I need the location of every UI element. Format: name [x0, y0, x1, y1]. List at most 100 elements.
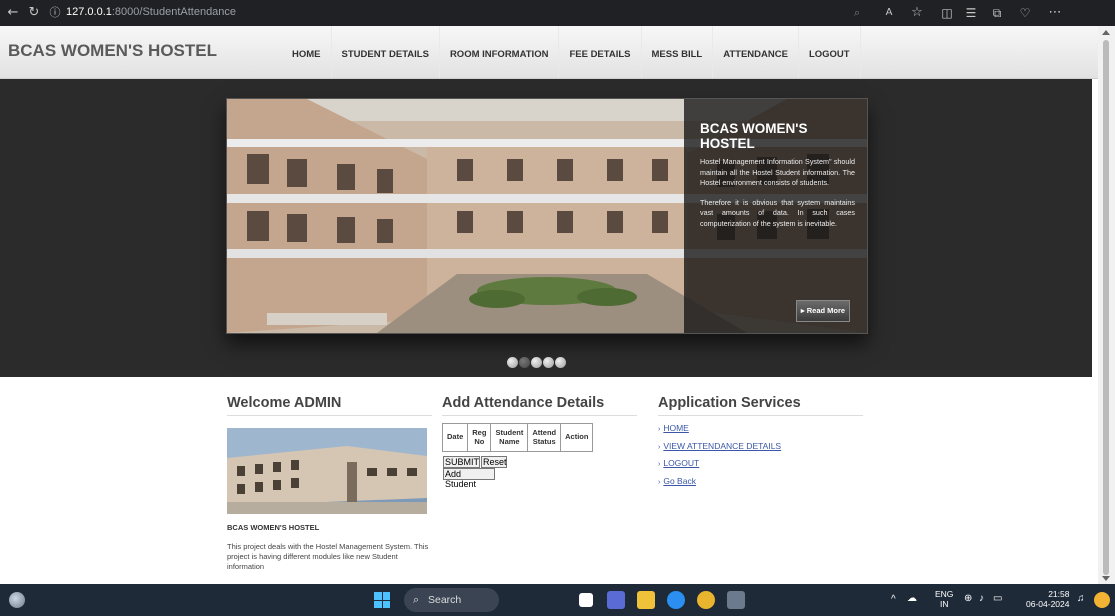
col-date: Date — [441, 423, 469, 452]
service-link-label: VIEW ATTENDANCE DETAILS — [663, 440, 782, 451]
hostel-photo — [227, 428, 427, 514]
welcome-image — [227, 428, 427, 514]
slider-dot[interactable] — [531, 357, 542, 368]
zoom-icon[interactable]: ⌕ — [848, 4, 866, 22]
col-attend-status: Attend Status — [527, 423, 562, 452]
scrollbar-thumb[interactable] — [1103, 40, 1109, 575]
favorites-list-icon[interactable]: ☰ — [962, 4, 980, 22]
back-icon[interactable]: ← — [4, 4, 22, 22]
services-title: Application Services — [658, 395, 863, 416]
table-header-row: Date Reg No Student Name Attend Status A… — [441, 423, 594, 452]
nav-home[interactable]: HOME — [282, 26, 332, 78]
scroll-up-icon[interactable] — [1102, 30, 1110, 35]
attendance-table: Date Reg No Student Name Attend Status A… — [441, 423, 594, 452]
service-link-label: HOME — [663, 423, 689, 433]
network-icon[interactable]: ⊕ — [964, 593, 972, 604]
slide-text: Hostel Management Information System" sh… — [700, 157, 855, 229]
terminal-icon[interactable] — [727, 591, 745, 609]
submit-button[interactable]: SUBMIT — [443, 456, 480, 468]
services-section: Application Services › HOME › VIEW ATTENDA… — [658, 395, 863, 515]
welcome-title: Welcome ADMIN — [227, 395, 432, 416]
welcome-text: This project deals with the Hostel Manag… — [227, 542, 429, 571]
site-brand[interactable]: BCAS WOMEN'S HOSTEL — [8, 41, 217, 61]
attendance-section: Add Attendance Details — [442, 395, 637, 416]
read-aloud-icon[interactable]: A — [880, 4, 898, 22]
slide-paragraph-2: Therefore it is obvious that system main… — [700, 197, 855, 228]
copilot-icon[interactable] — [1094, 592, 1110, 608]
slider-dot[interactable] — [555, 357, 566, 368]
battery-icon[interactable]: ▭ — [993, 593, 1002, 604]
edge-icon[interactable] — [667, 591, 685, 609]
col-reg-no: Reg No — [467, 423, 492, 452]
nav-student-details[interactable]: STUDENT DETAILS — [332, 26, 440, 78]
nav-fee-details[interactable]: FEE DETAILS — [559, 26, 642, 78]
lang-code: ENG — [935, 589, 954, 599]
service-link-view-attendance[interactable]: › VIEW ATTENDANCE DETAILS — [658, 441, 781, 459]
arrow-icon: › — [658, 478, 661, 486]
url-path: :8000/StudentAttendance — [111, 6, 237, 18]
slider-dot[interactable] — [507, 357, 518, 368]
site-header: BCAS WOMEN'S HOSTEL HOME STUDENT DETAILS… — [0, 26, 1098, 79]
tray-chevron-icon[interactable]: ^ — [891, 594, 896, 605]
favorite-icon[interactable]: ☆ — [908, 4, 926, 22]
collections-icon[interactable]: ⧉ — [988, 4, 1006, 22]
task-view-icon[interactable] — [579, 593, 593, 607]
refresh-icon[interactable]: ↻ — [25, 4, 43, 22]
clock-time: 21:58 — [1048, 589, 1070, 599]
service-link-label: LOGOUT — [663, 458, 700, 468]
slide-title: BCAS WOMEN'S HOSTEL — [700, 121, 808, 151]
heart-icon[interactable]: ♡ — [1016, 4, 1034, 22]
welcome-section: Welcome ADMIN BCAS WOMEN'S HOSTEL This p… — [227, 395, 432, 585]
slide-caption: BCAS WOMEN'S HOSTEL Hostel Management In… — [684, 99, 867, 333]
search-label: Search — [428, 594, 462, 606]
weather-icon[interactable] — [9, 592, 25, 608]
region-code: IN — [939, 599, 949, 609]
nav-room-information[interactable]: ROOM INFORMATION — [440, 26, 560, 78]
info-icon[interactable]: ⓘ — [46, 4, 64, 22]
banner: BCAS WOMEN'S HOSTEL Hostel Management In… — [0, 79, 1092, 377]
arrow-icon: › — [658, 461, 661, 468]
split-screen-icon[interactable]: ◫ — [938, 4, 956, 22]
read-more-label: Read More — [806, 306, 846, 315]
col-action: Action — [560, 423, 594, 452]
volume-icon[interactable]: ♪ — [979, 593, 984, 604]
welcome-caption: BCAS WOMEN'S HOSTEL — [227, 523, 320, 532]
chrome-icon[interactable] — [697, 591, 715, 609]
add-student-button[interactable]: Add Student — [443, 468, 495, 489]
url-host: 127.0.0.1 — [66, 6, 112, 18]
slider-dot[interactable] — [543, 357, 554, 368]
attendance-title: Add Attendance Details — [442, 395, 637, 416]
windows-start-icon[interactable] — [374, 592, 390, 608]
arrow-icon: › — [658, 426, 661, 433]
slider-pagination — [507, 357, 566, 368]
clock-date: 06-04-2024 — [1026, 599, 1070, 609]
page-scrollbar[interactable] — [1098, 26, 1115, 584]
nav-attendance[interactable]: ATTENDANCE — [713, 26, 799, 78]
slide-paragraph-1: Hostel Management Information System" sh… — [700, 157, 855, 187]
hostel-slide: BCAS WOMEN'S HOSTEL Hostel Management In… — [226, 98, 868, 334]
address-bar[interactable]: 127.0.0.1:8000/StudentAttendance — [66, 6, 236, 18]
read-more-button[interactable]: ▸ Read More — [796, 300, 850, 322]
browser-toolbar: ← ↻ ⓘ 127.0.0.1:8000/StudentAttendance ⌕… — [0, 0, 1115, 26]
service-link-logout[interactable]: › LOGOUT — [658, 458, 781, 476]
reset-button[interactable]: Reset — [481, 456, 507, 468]
more-icon[interactable]: ⋯ — [1046, 4, 1064, 22]
service-link-home[interactable]: › HOME — [658, 423, 781, 441]
teams-icon[interactable] — [607, 591, 625, 609]
arrow-icon: › — [658, 443, 661, 451]
windows-taskbar: ⌕ Search ^ ☁ ENG IN ⊕ ♪ ▭ 21:58 06-04-202… — [0, 584, 1115, 616]
file-explorer-icon[interactable] — [637, 591, 655, 609]
main-nav: HOME STUDENT DETAILS ROOM INFORMATION FE… — [282, 26, 861, 78]
nav-mess-bill[interactable]: MESS BILL — [642, 26, 714, 78]
clock[interactable]: 21:58 06-04-2024 — [1026, 589, 1069, 609]
service-link-go-back[interactable]: › Go Back — [658, 476, 781, 494]
slider-dot[interactable] — [519, 357, 530, 368]
onedrive-icon[interactable]: ☁ — [907, 593, 917, 604]
col-student-name: Student Name — [490, 423, 529, 452]
scroll-down-icon[interactable] — [1102, 576, 1110, 581]
service-link-label: Go Back — [663, 475, 696, 486]
nav-logout[interactable]: LOGOUT — [799, 26, 861, 78]
taskbar-search[interactable]: ⌕ Search — [404, 588, 499, 612]
language-indicator[interactable]: ENG IN — [935, 589, 953, 609]
notification-icon[interactable]: ♫ — [1077, 593, 1085, 604]
